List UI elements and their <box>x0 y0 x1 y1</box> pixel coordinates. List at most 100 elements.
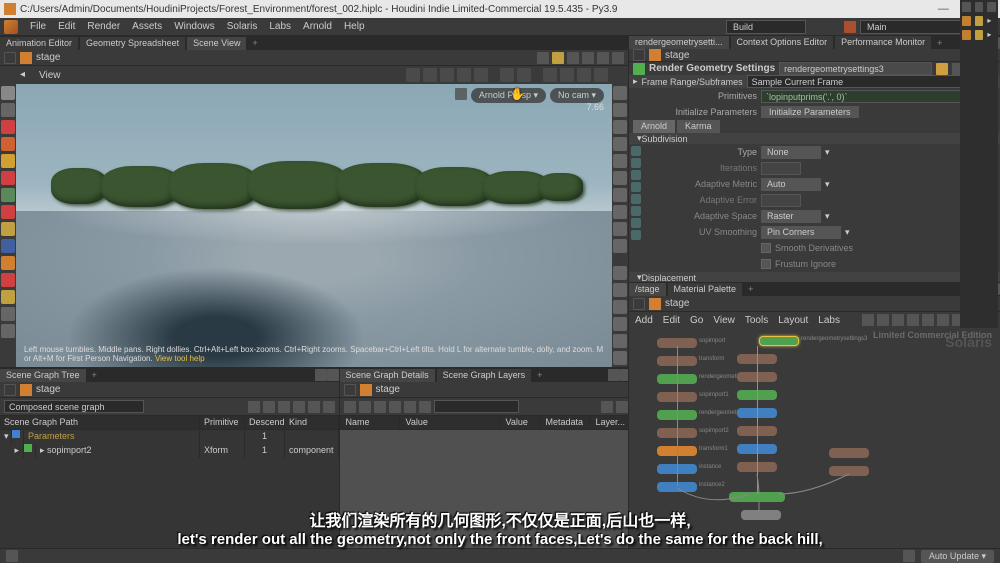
ng-tool-3[interactable] <box>892 314 904 326</box>
vp-tool-3[interactable] <box>440 68 454 82</box>
select-tool-icon[interactable] <box>1 86 15 100</box>
rtool-7-icon[interactable] <box>613 188 627 202</box>
tree-col-kind[interactable]: Kind <box>285 416 339 429</box>
vp-tool-9[interactable] <box>560 68 574 82</box>
details-path[interactable]: stage <box>376 384 400 395</box>
tab-scene-graph-layers[interactable]: Scene Graph Layers <box>437 369 532 382</box>
tool-10-icon[interactable] <box>1 239 15 253</box>
init-params-button[interactable]: Initialize Parameters <box>761 106 859 118</box>
dtool-5[interactable] <box>404 401 416 413</box>
details-col-value2[interactable]: Value <box>500 416 540 429</box>
frame-range-dropdown[interactable]: Sample Current Frame <box>747 75 988 88</box>
tree-tool-6[interactable] <box>323 401 335 413</box>
menu-edit[interactable]: Edit <box>52 21 81 32</box>
tree-tool-2[interactable] <box>263 401 275 413</box>
details-col-meta[interactable]: Metadata <box>540 416 590 429</box>
tree-tool-1[interactable] <box>248 401 260 413</box>
rtool-10-icon[interactable] <box>613 239 627 253</box>
menu-solaris[interactable]: Solaris <box>221 21 264 32</box>
ng-path[interactable]: stage <box>665 298 689 309</box>
dtool-6[interactable] <box>419 401 431 413</box>
params-pin-icon[interactable] <box>633 49 645 61</box>
tree-tool-3[interactable] <box>278 401 290 413</box>
param-frame-section[interactable]: ▸ Frame Range/Subframes Sample Current F… <box>629 75 1000 88</box>
rtool-14-icon[interactable] <box>613 317 627 331</box>
tool-2-icon[interactable] <box>1 103 15 117</box>
tab-geometry-spreadsheet[interactable]: Geometry Spreadsheet <box>80 37 185 50</box>
tree-row[interactable]: ▸ ▸ sopimport2 Xform 1 component <box>0 444 339 458</box>
vp-maximize-icon[interactable] <box>612 52 624 64</box>
minimize-button[interactable]: — <box>938 3 949 16</box>
dtool-7[interactable] <box>601 401 613 413</box>
ng-menu-go[interactable]: Go <box>690 315 703 326</box>
tree-pin-icon[interactable] <box>4 384 16 396</box>
desktop-dropdown[interactable]: Build <box>726 20 806 34</box>
tool-6-icon[interactable] <box>1 171 15 185</box>
ng-tool-4[interactable] <box>907 314 919 326</box>
tab-material-palette[interactable]: Material Palette <box>668 283 743 296</box>
dtool-4[interactable] <box>389 401 401 413</box>
ng-tool-2[interactable] <box>877 314 889 326</box>
tab-scene-graph-tree[interactable]: Scene Graph Tree <box>0 369 86 382</box>
space-dropdown[interactable]: Raster <box>761 210 821 223</box>
vp-tool-5[interactable] <box>474 68 488 82</box>
tool-4-icon[interactable] <box>1 137 15 151</box>
node-selected[interactable] <box>759 336 799 346</box>
status-icon-2[interactable] <box>903 550 915 562</box>
details-search[interactable] <box>434 400 520 413</box>
ramp-6-icon[interactable] <box>631 206 641 216</box>
tree-filter-dropdown[interactable]: Composed scene graph <box>4 400 144 413</box>
vp-tool-10[interactable] <box>577 68 591 82</box>
subdivision-section[interactable]: ▾ Subdivision <box>629 133 1000 144</box>
tab-rendergeosettings[interactable]: rendergeometrysetti... <box>629 36 729 49</box>
ng-tool-5[interactable] <box>922 314 934 326</box>
tab-animation-editor[interactable]: Animation Editor <box>0 37 78 50</box>
rtool-15-icon[interactable] <box>613 334 627 348</box>
viewer-path[interactable]: stage <box>36 52 60 63</box>
frustum-checkbox[interactable] <box>761 259 771 269</box>
rtool-2-icon[interactable] <box>613 103 627 117</box>
tool-9-icon[interactable] <box>1 222 15 236</box>
ramp-1-icon[interactable] <box>631 146 641 156</box>
camera-dropdown[interactable]: No cam ▾ <box>550 88 604 103</box>
ng-menu-edit[interactable]: Edit <box>663 315 680 326</box>
details-col-value[interactable]: Value <box>400 416 500 429</box>
vp-opt-4-icon[interactable] <box>582 52 594 64</box>
rtool-3-icon[interactable] <box>613 120 627 134</box>
renderer-dropdown[interactable]: Arnold Persp ▾ <box>471 88 546 103</box>
rtool-11-icon[interactable] <box>613 266 627 280</box>
tab-scene-view[interactable]: Scene View <box>187 37 246 50</box>
vp-tool-11[interactable] <box>594 68 608 82</box>
ramp-3-icon[interactable] <box>631 170 641 180</box>
tree-row[interactable]: ▾ Parameters 1 <box>0 430 339 444</box>
vp-tool-7[interactable] <box>517 68 531 82</box>
vp-opt-2-icon[interactable] <box>552 52 564 64</box>
ng-tool-1[interactable] <box>862 314 874 326</box>
tab-scene-graph-details[interactable]: Scene Graph Details <box>340 369 435 382</box>
tab-karma[interactable]: Karma <box>677 120 720 133</box>
rtool-13-icon[interactable] <box>613 300 627 314</box>
shelf-icon[interactable] <box>844 21 856 33</box>
rtool-12-icon[interactable] <box>613 283 627 297</box>
vp-tool-6[interactable] <box>500 68 514 82</box>
ramp-8-icon[interactable] <box>631 230 641 240</box>
metric-dropdown[interactable]: Auto <box>761 178 821 191</box>
tree-tool-4[interactable] <box>293 401 305 413</box>
vp-tool-1[interactable] <box>406 68 420 82</box>
ng-menu-tools[interactable]: Tools <box>745 315 768 326</box>
rtool-9-icon[interactable] <box>613 222 627 236</box>
type-dropdown[interactable]: None <box>761 146 821 159</box>
tab-context-options[interactable]: Context Options Editor <box>731 36 834 49</box>
iter-field[interactable] <box>761 162 801 175</box>
tab-arnold[interactable]: Arnold <box>633 120 675 133</box>
menu-assets[interactable]: Assets <box>126 21 168 32</box>
status-icon-1[interactable] <box>6 550 18 562</box>
view-arrow-icon[interactable]: ◂ <box>20 69 32 81</box>
dtool-8[interactable] <box>616 401 628 413</box>
menu-file[interactable]: File <box>24 21 52 32</box>
ng-menu-view[interactable]: View <box>713 315 735 326</box>
rtool-8-icon[interactable] <box>613 205 627 219</box>
primitives-field[interactable]: `lopinputprims('.', 0)` <box>761 90 971 103</box>
tool-12-icon[interactable] <box>1 273 15 287</box>
tab-perfmon[interactable]: Performance Monitor <box>835 36 931 49</box>
